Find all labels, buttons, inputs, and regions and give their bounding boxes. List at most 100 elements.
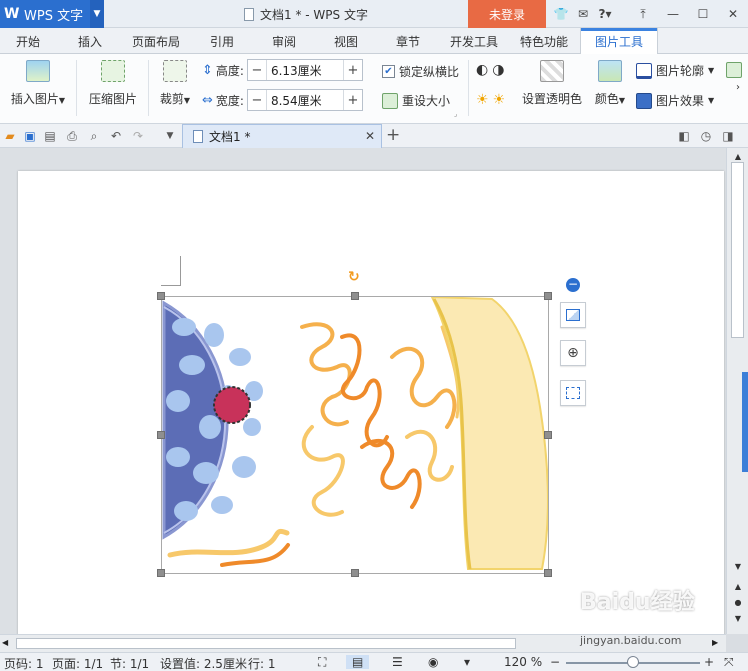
layout-options-icon[interactable] xyxy=(560,302,586,328)
close-tab-icon[interactable]: ✕ xyxy=(365,129,375,143)
dialog-launcher-icon[interactable]: ⌟ xyxy=(454,110,457,118)
set-transparent-button[interactable]: 设置透明色 xyxy=(520,60,584,107)
checkbox-checked-icon: ✔ xyxy=(382,65,395,78)
fit-page-icon[interactable]: ⤧ xyxy=(724,655,734,670)
scroll-left-icon[interactable]: ◀ xyxy=(2,638,8,647)
crop-picture-icon[interactable] xyxy=(560,380,586,406)
resize-handle-top-left[interactable] xyxy=(157,292,165,300)
open-folder-icon[interactable]: ▰ xyxy=(2,128,18,144)
crop-icon xyxy=(163,60,187,82)
resize-handle-top[interactable] xyxy=(351,292,359,300)
app-menu-button[interactable]: W WPS 文字 ▼ xyxy=(0,0,104,28)
horizontal-scroll-thumb[interactable] xyxy=(16,638,516,649)
color-icon xyxy=(598,60,622,82)
brightness-buttons[interactable]: ☀ ☀ xyxy=(476,92,505,108)
select-browse-icon[interactable]: ● xyxy=(732,596,744,608)
tab-view[interactable]: 视图 xyxy=(334,28,358,54)
app-menu-dropdown-icon[interactable]: ▼ xyxy=(90,0,104,28)
login-button[interactable]: 未登录 xyxy=(468,0,546,28)
outline-view-icon[interactable]: ☰ xyxy=(392,655,403,669)
resize-handle-top-right[interactable] xyxy=(544,292,552,300)
rotate-handle-icon[interactable]: ↻ xyxy=(348,269,364,285)
effect-icon xyxy=(636,92,652,109)
color-button[interactable]: 颜色▼ xyxy=(590,60,630,107)
scroll-up-icon[interactable]: ▲ xyxy=(732,150,744,162)
sidebar-icon-2[interactable]: ◷ xyxy=(698,128,714,144)
width-decrease-button[interactable]: − xyxy=(248,93,266,108)
zoom-picture-icon[interactable]: ⊕ xyxy=(560,340,586,366)
redo-icon[interactable]: ↷ xyxy=(130,128,146,144)
zoom-out-icon[interactable]: − xyxy=(550,655,560,669)
scroll-down-icon[interactable]: ▼ xyxy=(732,560,744,572)
zoom-slider-thumb[interactable] xyxy=(627,656,639,668)
new-tab-icon[interactable]: + xyxy=(386,125,400,145)
ribbon-scroll-right-icon[interactable]: › xyxy=(736,82,740,93)
collapse-toolbar-icon[interactable]: − xyxy=(566,278,580,292)
height-row: ⇕ 高度: − + xyxy=(202,59,363,81)
tab-developer[interactable]: 开发工具 xyxy=(450,28,498,54)
zoom-level[interactable]: 120 % xyxy=(504,655,542,669)
document-tab[interactable]: 文档1 * ✕ xyxy=(182,124,382,148)
document-page[interactable]: ↻ xyxy=(18,171,724,634)
tab-picture-tools[interactable]: 图片工具 xyxy=(580,28,659,55)
reset-size-button[interactable]: 重设大小 xyxy=(382,92,450,109)
fullscreen-view-icon[interactable]: ⛶ xyxy=(318,655,326,670)
scroll-right-icon[interactable]: ▶ xyxy=(712,638,718,647)
print-icon[interactable]: ⎙ xyxy=(64,128,80,144)
selected-picture[interactable]: ↻ xyxy=(157,269,552,577)
insert-picture-button[interactable]: 插入图片▼ xyxy=(8,60,68,107)
help-button[interactable]: ? ▾ xyxy=(594,4,616,24)
tab-page-layout[interactable]: 页面布局 xyxy=(132,28,180,54)
collapse-ribbon-icon[interactable]: ⤒ xyxy=(628,0,658,28)
web-view-icon[interactable]: ◉ xyxy=(428,655,438,669)
resize-handle-bottom-left[interactable] xyxy=(157,569,165,577)
skin-icon[interactable]: 👕 xyxy=(550,4,572,24)
resize-handle-left[interactable] xyxy=(157,431,165,439)
print-preview-icon[interactable]: ⌕ xyxy=(86,128,102,144)
tab-references[interactable]: 引用 xyxy=(210,28,234,54)
lock-ratio-checkbox[interactable]: ✔ 锁定纵横比 xyxy=(382,63,459,80)
tab-special[interactable]: 特色功能 xyxy=(520,28,568,54)
next-page-icon[interactable]: ▼ xyxy=(732,612,744,624)
document-icon xyxy=(244,8,254,21)
height-increase-button[interactable]: + xyxy=(344,63,362,78)
side-panel-toggle[interactable] xyxy=(742,372,748,472)
save-icon[interactable]: ▣ xyxy=(22,128,38,144)
margin-marker xyxy=(161,256,181,286)
tab-chapter[interactable]: 章节 xyxy=(396,28,420,54)
customize-dropdown-icon[interactable]: ▼ xyxy=(162,128,178,144)
compress-picture-button[interactable]: 压缩图片 xyxy=(86,60,140,107)
divider xyxy=(468,60,469,116)
undo-icon[interactable]: ↶ xyxy=(108,128,124,144)
tab-insert[interactable]: 插入 xyxy=(78,28,102,54)
prev-page-icon[interactable]: ▲ xyxy=(732,580,744,592)
width-input[interactable] xyxy=(265,90,344,110)
picture-effect-button[interactable]: 图片效果 ▼ xyxy=(636,92,714,109)
minimize-button[interactable]: — xyxy=(658,0,688,28)
compress-icon xyxy=(101,60,125,82)
height-decrease-button[interactable]: − xyxy=(248,63,266,78)
width-increase-button[interactable]: + xyxy=(344,93,362,108)
resize-handle-bottom[interactable] xyxy=(351,569,359,577)
close-button[interactable]: ✕ xyxy=(718,0,748,28)
zoom-in-icon[interactable]: + xyxy=(704,655,714,669)
chat-icon[interactable]: ✉ xyxy=(572,4,594,24)
contrast-buttons[interactable]: ◐ ◑ xyxy=(476,62,504,78)
page-view-icon[interactable]: ▤ xyxy=(346,655,370,669)
more-picture-icon[interactable] xyxy=(726,62,742,78)
sidebar-icon-3[interactable]: ◨ xyxy=(720,128,736,144)
resize-handle-bottom-right[interactable] xyxy=(544,569,552,577)
height-input[interactable] xyxy=(265,60,344,80)
picture-outline-button[interactable]: 图片轮廓 ▼ xyxy=(636,62,714,79)
resize-handle-right[interactable] xyxy=(544,431,552,439)
export-pdf-icon[interactable]: ▤ xyxy=(42,128,58,144)
maximize-button[interactable]: ☐ xyxy=(688,0,718,28)
crop-button[interactable]: 裁剪▼ xyxy=(154,60,196,107)
tab-review[interactable]: 审阅 xyxy=(272,28,296,54)
sidebar-icon-1[interactable]: ◧ xyxy=(676,128,692,144)
tab-home[interactable]: 开始 xyxy=(16,28,40,54)
vertical-scroll-thumb[interactable] xyxy=(731,162,744,338)
reset-size-icon xyxy=(382,92,398,109)
divider xyxy=(76,60,77,116)
reading-view-icon[interactable]: ▾ xyxy=(464,655,470,669)
